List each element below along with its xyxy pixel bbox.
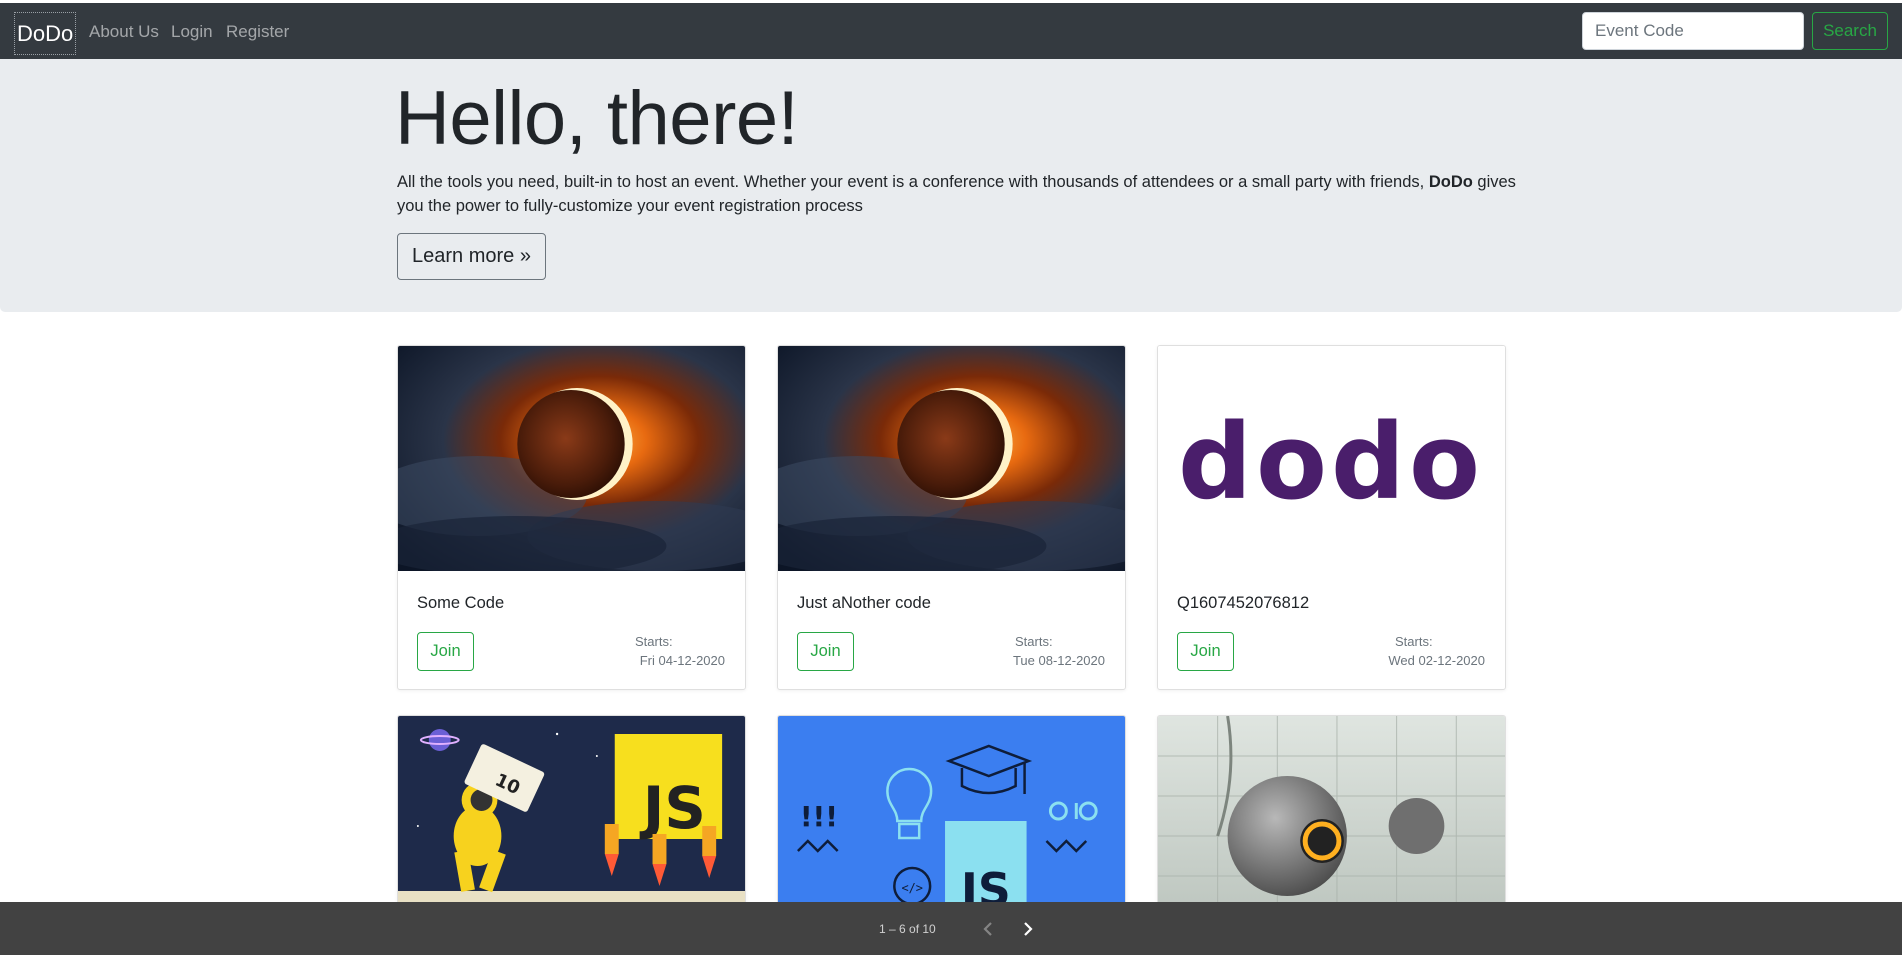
event-code-search-input[interactable]: [1582, 12, 1804, 50]
event-card: !!! JS </>: [777, 715, 1126, 915]
hero-description-start: All the tools you need, built-in to host…: [397, 173, 1429, 191]
event-card: JS 10: [397, 715, 746, 915]
exclaim-mark-text: !!!: [800, 800, 838, 833]
next-page-button[interactable]: [1014, 915, 1042, 943]
start-date: Fri 04-12-2020: [639, 653, 725, 668]
chevron-right-icon: [1024, 922, 1033, 936]
hero-jumbotron: Hello, there! All the tools you need, bu…: [0, 59, 1902, 312]
brand-logo-link[interactable]: DoDo: [14, 12, 77, 55]
starts-label: Starts:: [1015, 634, 1053, 649]
nav-link-about-us[interactable]: About Us: [89, 22, 159, 42]
event-card: dodo Q1607452076812 Join Starts: Wed 02-…: [1157, 345, 1506, 690]
join-button[interactable]: Join: [417, 632, 474, 671]
join-button[interactable]: Join: [797, 632, 854, 671]
hero-description: All the tools you need, built-in to host…: [397, 170, 1517, 218]
chevron-left-icon: [983, 922, 992, 936]
event-title: Just aNother code: [797, 594, 931, 612]
start-date: Tue 08-12-2020: [1012, 653, 1105, 668]
js-badge-text: JS: [639, 774, 706, 842]
top-navbar: DoDo About Us Login Register Search: [0, 3, 1902, 59]
dodo-logo-text: dodo: [1178, 403, 1484, 523]
event-card: [1157, 715, 1506, 915]
previous-page-button[interactable]: [974, 915, 1002, 943]
starts-label: Starts:: [635, 634, 673, 649]
hero-brand-name: DoDo: [1428, 173, 1473, 191]
event-card: Some Code Join Starts: Fri 04-12-2020: [397, 345, 746, 690]
solar-eclipse-image: [398, 346, 745, 571]
paginator-bar: 1 – 6 of 10: [0, 902, 1902, 955]
hero-title: Hello, there!: [395, 76, 799, 161]
search-button[interactable]: Search: [1812, 12, 1888, 50]
starts-label: Starts:: [1395, 634, 1433, 649]
dodo-logo-image: dodo: [1158, 346, 1505, 571]
event-title: Q1607452076812: [1177, 594, 1310, 612]
paginator-range-label: 1 – 6 of 10: [879, 922, 936, 936]
nav-link-login[interactable]: Login: [171, 22, 213, 42]
js-astronaut-image: JS 10: [398, 716, 745, 914]
learn-more-button[interactable]: Learn more »: [397, 233, 546, 280]
code-glyph-text: </>: [901, 881, 923, 895]
event-title: Some Code: [417, 594, 505, 612]
join-button[interactable]: Join: [1177, 632, 1234, 671]
js-learning-illustration-image: !!! JS </>: [778, 716, 1125, 914]
portal-sphere-image: [1158, 716, 1505, 914]
solar-eclipse-image: [778, 346, 1125, 571]
nav-link-register[interactable]: Register: [226, 22, 289, 42]
event-card: Just aNother code Join Starts: Tue 08-12…: [777, 345, 1126, 690]
start-date: Wed 02-12-2020: [1388, 653, 1485, 668]
